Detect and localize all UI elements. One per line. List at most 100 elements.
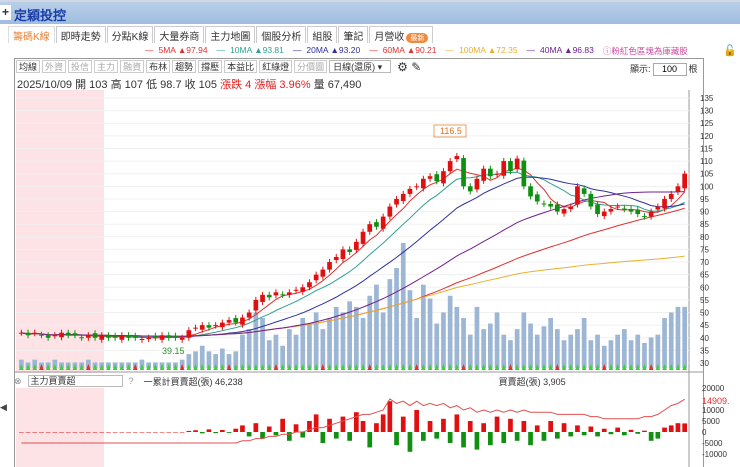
- indicator-bar: [488, 432, 493, 446]
- indicator-tick: -10000: [702, 450, 727, 459]
- volume-bar: [380, 312, 386, 368]
- price-chart[interactable]: 135 130 125 120 115 110 105 100 95 90 85 80 75 70 65 60…: [0, 0, 740, 467]
- indicator-bar: [65, 432, 71, 433]
- volume-bar: [327, 318, 332, 368]
- indicator-bar: [153, 432, 158, 433]
- indicator-bar: [514, 432, 520, 441]
- indicator-bar: [548, 421, 553, 432]
- candle: [615, 206, 620, 208]
- candle: [233, 318, 239, 323]
- indicator-bar: [568, 432, 574, 437]
- indicator-bar: [45, 432, 51, 433]
- indicator-bar: [454, 414, 460, 432]
- indicator-last-value: 14909.: [702, 396, 730, 406]
- help-icon[interactable]: ?: [129, 376, 134, 386]
- candle: [79, 337, 84, 339]
- price-tick: 85: [700, 220, 709, 229]
- price-tick: 35: [700, 346, 709, 355]
- volume-bar: [508, 340, 513, 368]
- indicator-bar: [79, 432, 84, 433]
- candle: [213, 325, 218, 327]
- candle: [394, 198, 399, 205]
- indicator-bar: [300, 432, 306, 438]
- indicator-bar: [293, 424, 299, 432]
- indicator-bar: [534, 425, 540, 432]
- indicator-bar: [481, 423, 486, 432]
- close-indicator-icon[interactable]: ⊗: [14, 376, 22, 387]
- candle: [488, 168, 493, 177]
- volume-bar: [615, 334, 620, 368]
- indicator-bar: [628, 429, 634, 432]
- candle: [106, 335, 111, 338]
- candle: [360, 231, 366, 244]
- ma-60-line: [21, 207, 685, 337]
- indicator-bar: [266, 426, 272, 432]
- daily-label: 買賣超(張) 3,905: [498, 376, 566, 387]
- volume-bar: [400, 243, 406, 368]
- candle: [333, 257, 339, 261]
- indicator-tick: 10000: [702, 406, 725, 415]
- indicator-bar: [333, 432, 339, 439]
- volume-bar: [501, 334, 507, 368]
- volume-bar: [441, 312, 446, 368]
- candle: [461, 158, 466, 187]
- volume-bar: [622, 329, 627, 368]
- indicator-tick: 20000: [702, 384, 725, 393]
- indicator-bar: [601, 428, 607, 432]
- indicator-bar: [655, 432, 661, 439]
- candle: [514, 158, 520, 170]
- indicator-tick: 5000: [702, 417, 720, 426]
- low-annotation: 39.15: [162, 346, 185, 356]
- candle: [119, 335, 125, 340]
- volume-bar: [320, 329, 326, 368]
- indicator-bar: [199, 432, 205, 434]
- volume-bar: [307, 323, 312, 368]
- candle: [240, 317, 245, 325]
- candle: [601, 211, 607, 217]
- candle: [86, 335, 91, 338]
- volume-bar: [287, 329, 292, 368]
- scroll-left-icon[interactable]: ◀: [0, 402, 7, 413]
- price-tick: 105: [700, 170, 714, 179]
- candle: [266, 294, 272, 298]
- candle: [548, 204, 553, 207]
- indicator-bar: [474, 432, 480, 450]
- candle: [655, 206, 661, 210]
- price-tick: 40: [700, 334, 709, 343]
- candle: [568, 206, 574, 210]
- volume-bar: [575, 329, 580, 368]
- candle: [421, 178, 426, 189]
- indicator-bar: [642, 430, 647, 432]
- candle: [347, 249, 352, 252]
- indicator-bar: [588, 426, 594, 432]
- indicator-bar: [595, 432, 600, 437]
- indicator-bar: [622, 432, 627, 436]
- indicator-bar: [354, 412, 359, 432]
- indicator-bar: [528, 432, 533, 446]
- indicator-bar: [421, 432, 426, 441]
- indicator-tick: 0: [702, 428, 707, 437]
- indicator-bar: [400, 416, 406, 432]
- volume-bar: [588, 340, 594, 368]
- indicator-bar: [662, 427, 667, 432]
- indicator-bar: [92, 432, 98, 433]
- candle: [561, 209, 567, 214]
- volume-bar: [655, 334, 661, 368]
- candle: [575, 186, 580, 205]
- indicator-select[interactable]: 主力買賣超: [27, 375, 123, 387]
- candle: [260, 294, 265, 302]
- candle: [193, 327, 198, 329]
- candle: [374, 222, 379, 227]
- volume-bar: [675, 306, 681, 368]
- candle: [132, 335, 138, 338]
- indicator-bar: [635, 432, 641, 434]
- indicator-bar: [521, 421, 527, 432]
- indicator-bar: [179, 432, 185, 433]
- indicator-bar: [253, 423, 259, 432]
- candle: [441, 171, 446, 184]
- volume-bar: [273, 334, 279, 368]
- volume-bar: [494, 312, 500, 368]
- volume-bar: [534, 334, 540, 368]
- candle: [555, 204, 560, 212]
- indicator-bar: [186, 430, 192, 432]
